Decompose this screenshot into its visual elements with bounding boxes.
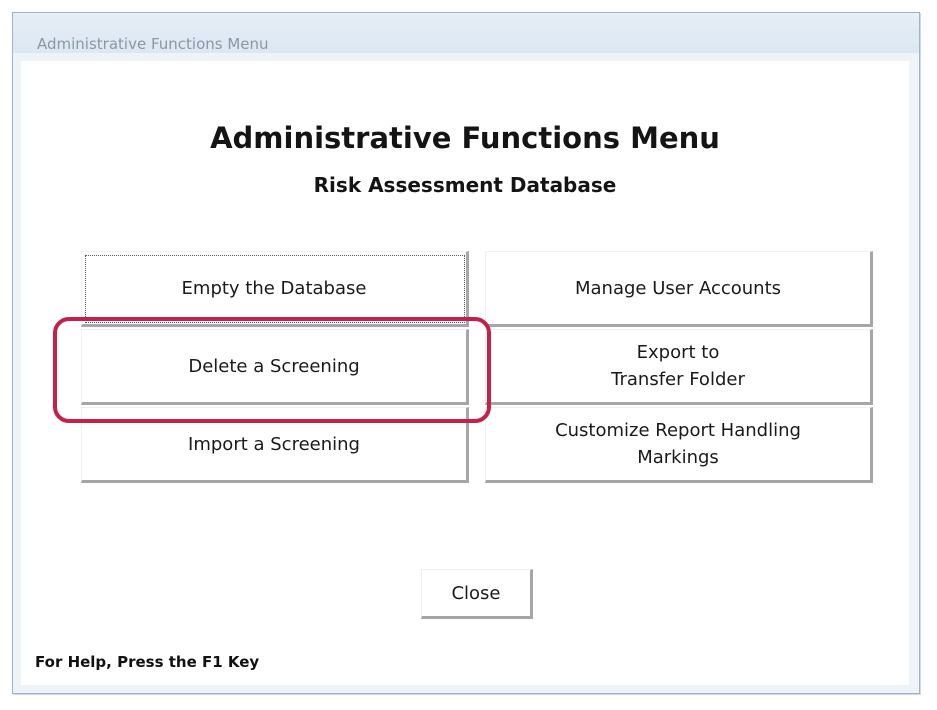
close-button[interactable]: Close [421, 569, 533, 619]
import-screening-button[interactable]: Import a Screening [81, 407, 469, 483]
customize-report-markings-button[interactable]: Customize Report Handling Markings [485, 407, 873, 483]
window-title: Administrative Functions Menu [37, 35, 269, 53]
empty-database-label: Empty the Database [181, 277, 367, 299]
export-transfer-folder-button[interactable]: Export to Transfer Folder [485, 329, 873, 405]
form-body: Administrative Functions Menu Risk Asses… [21, 61, 909, 685]
window-titlebar[interactable]: Administrative Functions Menu [13, 13, 919, 53]
customize-report-markings-label: Customize Report Handling Markings [555, 420, 801, 468]
empty-database-button[interactable]: Empty the Database [81, 251, 469, 327]
help-hint: For Help, Press the F1 Key [35, 653, 260, 671]
export-transfer-folder-label: Export to Transfer Folder [611, 342, 745, 390]
manage-user-accounts-label: Manage User Accounts [574, 277, 782, 299]
admin-functions-window: Administrative Functions Menu Administra… [12, 12, 920, 694]
delete-screening-button[interactable]: Delete a Screening [81, 329, 469, 405]
page-title: Administrative Functions Menu [210, 121, 720, 155]
import-screening-label: Import a Screening [188, 433, 360, 455]
page-subtitle: Risk Assessment Database [313, 173, 617, 197]
manage-user-accounts-button[interactable]: Manage User Accounts [485, 251, 873, 327]
close-button-label: Close [451, 582, 501, 604]
delete-screening-label: Delete a Screening [188, 355, 360, 377]
